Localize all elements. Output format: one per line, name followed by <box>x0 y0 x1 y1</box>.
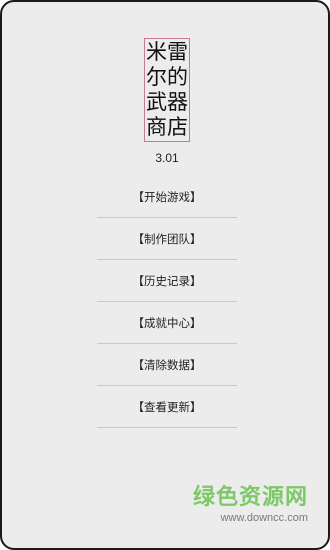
version-label: 3.01 <box>155 151 179 165</box>
watermark: 绿色资源网 www.downcc.com <box>192 485 308 525</box>
app-screen: 米雷尔的武器商店 3.01 【开始游戏】 【制作团队】 【历史记录】 【成就中心… <box>0 0 330 550</box>
check-update-button[interactable]: 【查看更新】 <box>97 386 237 428</box>
achievements-button[interactable]: 【成就中心】 <box>97 302 237 344</box>
start-game-button[interactable]: 【开始游戏】 <box>97 176 237 218</box>
main-menu: 【开始游戏】 【制作团队】 【历史记录】 【成就中心】 【清除数据】 【查看更新… <box>97 176 237 428</box>
credits-button[interactable]: 【制作团队】 <box>97 218 237 260</box>
game-title: 米雷尔的武器商店 <box>146 40 188 139</box>
watermark-title: 绿色资源网 <box>192 485 308 510</box>
game-title-box: 米雷尔的武器商店 <box>144 38 190 142</box>
history-button[interactable]: 【历史记录】 <box>97 260 237 302</box>
watermark-url: www.downcc.com <box>220 512 308 524</box>
clear-data-button[interactable]: 【清除数据】 <box>97 344 237 386</box>
